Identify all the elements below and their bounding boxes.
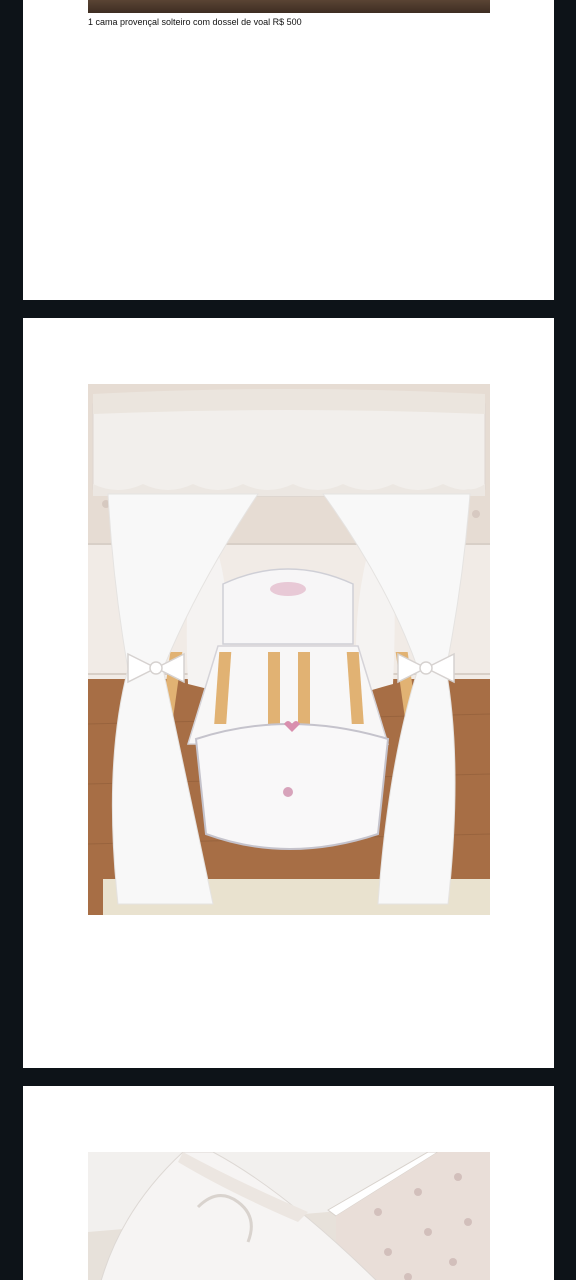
cropped-photo-bottom [88,0,490,13]
document-page-1: 1 cama provençal solteiro com dossel de … [23,0,554,300]
document-viewer[interactable]: 1 cama provençal solteiro com dossel de … [0,0,576,1280]
listing-caption: 1 cama provençal solteiro com dossel de … [88,17,302,27]
document-page-3 [23,1086,554,1280]
canopy-bed-photo-angle [88,1152,490,1280]
document-page-2 [23,318,554,1068]
canopy-bed-photo [88,384,490,915]
